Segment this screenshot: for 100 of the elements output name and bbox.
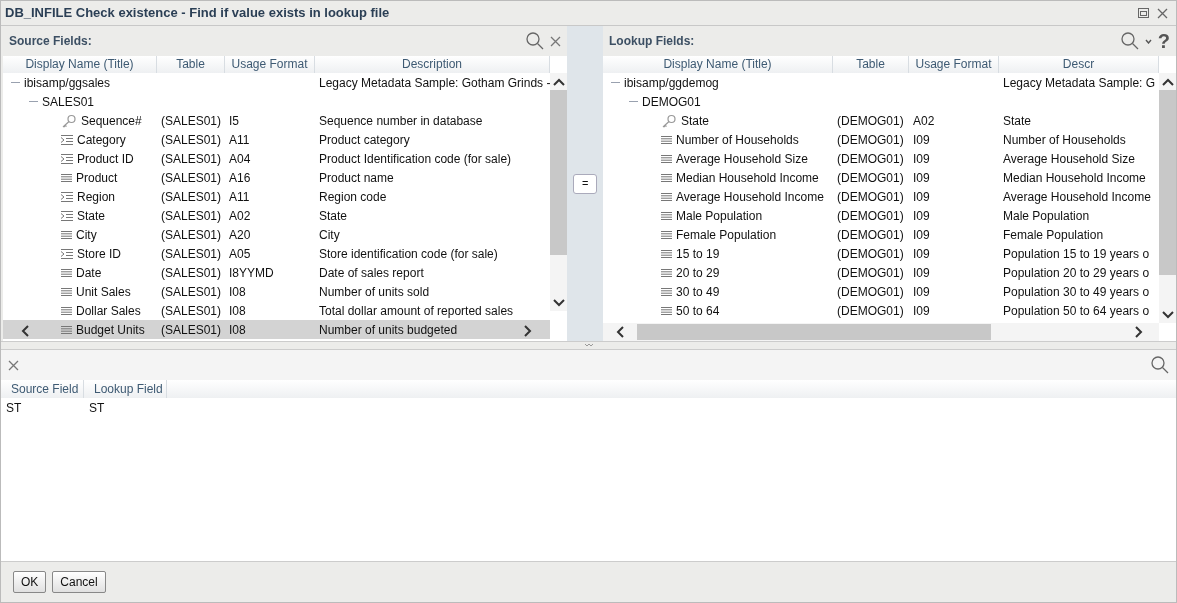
field-name: State	[681, 112, 710, 130]
scroll-down-icon[interactable]	[552, 298, 565, 307]
lines-icon	[661, 173, 672, 182]
field-name: 15 to 19	[676, 245, 720, 263]
format-cell-text: I08	[228, 321, 247, 339]
tree-node[interactable]: ibisamp/ggsales	[24, 73, 111, 92]
format-cell-text: I08	[228, 283, 247, 301]
field-name: Average Household Income	[676, 188, 824, 206]
description-cell-text: Number of units sold	[318, 283, 430, 301]
table-cell-text: (DEMOG01)	[836, 245, 905, 263]
lines-icon	[61, 325, 72, 334]
tree-node[interactable]: ibisamp/ggdemog	[624, 73, 719, 92]
field-row[interactable]: State (DEMOG01) A02 State	[603, 111, 1159, 130]
chevron-down-icon[interactable]	[1144, 38, 1152, 44]
field-name: Product ID	[77, 150, 134, 168]
tree-node[interactable]: DEMOG01	[642, 92, 701, 111]
field-row[interactable]: Unit Sales (SALES01) I08 Number of units sold	[3, 282, 551, 301]
description-cell-text: State	[318, 207, 348, 225]
scroll-right-icon[interactable]	[1135, 326, 1143, 338]
table-cell-text: (DEMOG01)	[836, 226, 905, 244]
field-row[interactable]: 50 to 64 (DEMOG01) I09 Population 50 to 64 years o	[603, 301, 1159, 320]
lines-icon	[661, 306, 672, 315]
lines-icon	[61, 268, 72, 277]
field-name: State	[77, 207, 106, 225]
field-name: City	[76, 226, 97, 244]
format-cell-text: I09	[912, 131, 931, 149]
format-cell-text: A16	[228, 169, 252, 187]
scroll-down-icon[interactable]	[1161, 310, 1174, 319]
help-button[interactable]: ?	[1157, 31, 1170, 51]
field-row[interactable]: Median Household Income (DEMOG01) I09 Median Household Income	[603, 168, 1159, 187]
field-row[interactable]: Category (SALES01) A11 Product category	[3, 130, 551, 149]
table-cell-text: (SALES01)	[160, 264, 223, 282]
field-row[interactable]: Store ID (SALES01) A05 Store identification code (for sale)	[3, 244, 551, 263]
column-header[interactable]: Table	[157, 56, 225, 73]
scroll-left-icon[interactable]	[616, 326, 624, 338]
field-row[interactable]: City (SALES01) A20 City	[3, 225, 551, 244]
column-header[interactable]: Source Field	[1, 380, 84, 398]
scroll-left-icon[interactable]	[21, 325, 29, 337]
column-header[interactable]: Display Name (Title)	[603, 56, 833, 73]
description-cell-text: Product name	[318, 169, 394, 187]
column-header[interactable]: Table	[833, 56, 909, 73]
search-icon[interactable]	[526, 32, 545, 50]
close-icon[interactable]	[8, 359, 19, 371]
format-cell-text: I09	[912, 283, 931, 301]
column-header[interactable]: Lookup Field	[84, 380, 167, 398]
field-row[interactable]: Region (SALES01) A11 Region code	[3, 187, 551, 206]
field-name: Sequence#	[81, 112, 142, 130]
field-row[interactable]: Dollar Sales (SALES01) I08 Total dollar amount of reported sales	[3, 301, 551, 320]
field-name: Budget Units	[76, 321, 145, 339]
format-cell-text: A02	[228, 207, 252, 225]
column-header[interactable]: Display Name (Title)	[3, 56, 157, 73]
scroll-up-icon[interactable]	[1161, 77, 1174, 86]
description-cell-text: Number of Households	[1002, 131, 1126, 149]
table-cell-text: (DEMOG01)	[836, 283, 905, 301]
dialog-button[interactable]: Cancel	[52, 571, 106, 593]
field-name: Average Household Size	[676, 150, 808, 168]
scrollbar-thumb[interactable]	[637, 324, 991, 340]
scroll-right-icon[interactable]	[524, 325, 533, 337]
scrollbar-thumb[interactable]	[1159, 90, 1176, 275]
scroll-up-icon[interactable]	[552, 77, 565, 86]
column-header[interactable]: Usage Format	[225, 56, 315, 73]
search-icon[interactable]	[1120, 32, 1139, 50]
field-row[interactable]: 30 to 49 (DEMOG01) I09 Population 30 to 49 years o	[603, 282, 1159, 301]
column-header[interactable]: Usage Format	[909, 56, 999, 73]
equals-button[interactable]: =	[573, 173, 598, 194]
field-row[interactable]: 15 to 19 (DEMOG01) I09 Population 15 to 19 years o	[603, 244, 1159, 263]
scrollbar-thumb[interactable]	[550, 90, 568, 255]
description-cell-text: Date of sales report	[318, 264, 424, 282]
close-icon[interactable]	[550, 35, 562, 47]
lines-icon	[661, 249, 672, 258]
format-cell-text: I8YYMD	[228, 264, 275, 282]
field-row[interactable]: Male Population (DEMOG01) I09 Male Population	[603, 206, 1159, 225]
list-arrow-icon	[61, 191, 73, 202]
field-row[interactable]: 20 to 29 (DEMOG01) I09 Population 20 to 29 years o	[603, 263, 1159, 282]
field-row[interactable]: Female Population (DEMOG01) I09 Female Population	[603, 225, 1159, 244]
format-cell-text: I09	[912, 150, 931, 168]
restore-icon[interactable]	[1138, 8, 1149, 18]
field-row[interactable]: Budget Units (SALES01) I08 Number of units budgeted	[3, 320, 551, 339]
field-row[interactable]: Product ID (SALES01) A04 Product Identification code (for sale)	[3, 149, 551, 168]
field-row[interactable]: Sequence# (SALES01) I5 Sequence number in database	[3, 111, 551, 130]
tree-node[interactable]: SALES01	[42, 92, 95, 111]
description-cell-text: Total dollar amount of reported sales	[318, 302, 514, 320]
field-row[interactable]: Number of Households (DEMOG01) I09 Number of Households	[603, 130, 1159, 149]
description-cell-text: Sequence number in database	[318, 112, 483, 130]
list-arrow-icon	[61, 134, 73, 145]
field-row[interactable]: State (SALES01) A02 State	[3, 206, 551, 225]
search-icon[interactable]	[1151, 356, 1169, 374]
field-row[interactable]: Product (SALES01) A16 Product name	[3, 168, 551, 187]
field-row[interactable]: Date (SALES01) I8YYMD Date of sales report	[3, 263, 551, 282]
close-icon[interactable]	[1157, 7, 1168, 19]
lines-icon	[661, 230, 672, 239]
description-cell-text: Store identification code (for sale)	[318, 245, 498, 263]
format-cell-text: I09	[912, 188, 931, 206]
format-cell-text: A11	[228, 188, 251, 206]
field-name: 30 to 49	[676, 283, 720, 301]
dialog-button[interactable]: OK	[13, 571, 47, 593]
description-cell-text: Population 50 to 64 years o	[1002, 302, 1150, 320]
lines-icon	[61, 306, 72, 315]
field-row[interactable]: Average Household Size (DEMOG01) I09 Average Household Size	[603, 149, 1159, 168]
field-row[interactable]: Average Household Income (DEMOG01) I09 Average Household Income	[603, 187, 1159, 206]
